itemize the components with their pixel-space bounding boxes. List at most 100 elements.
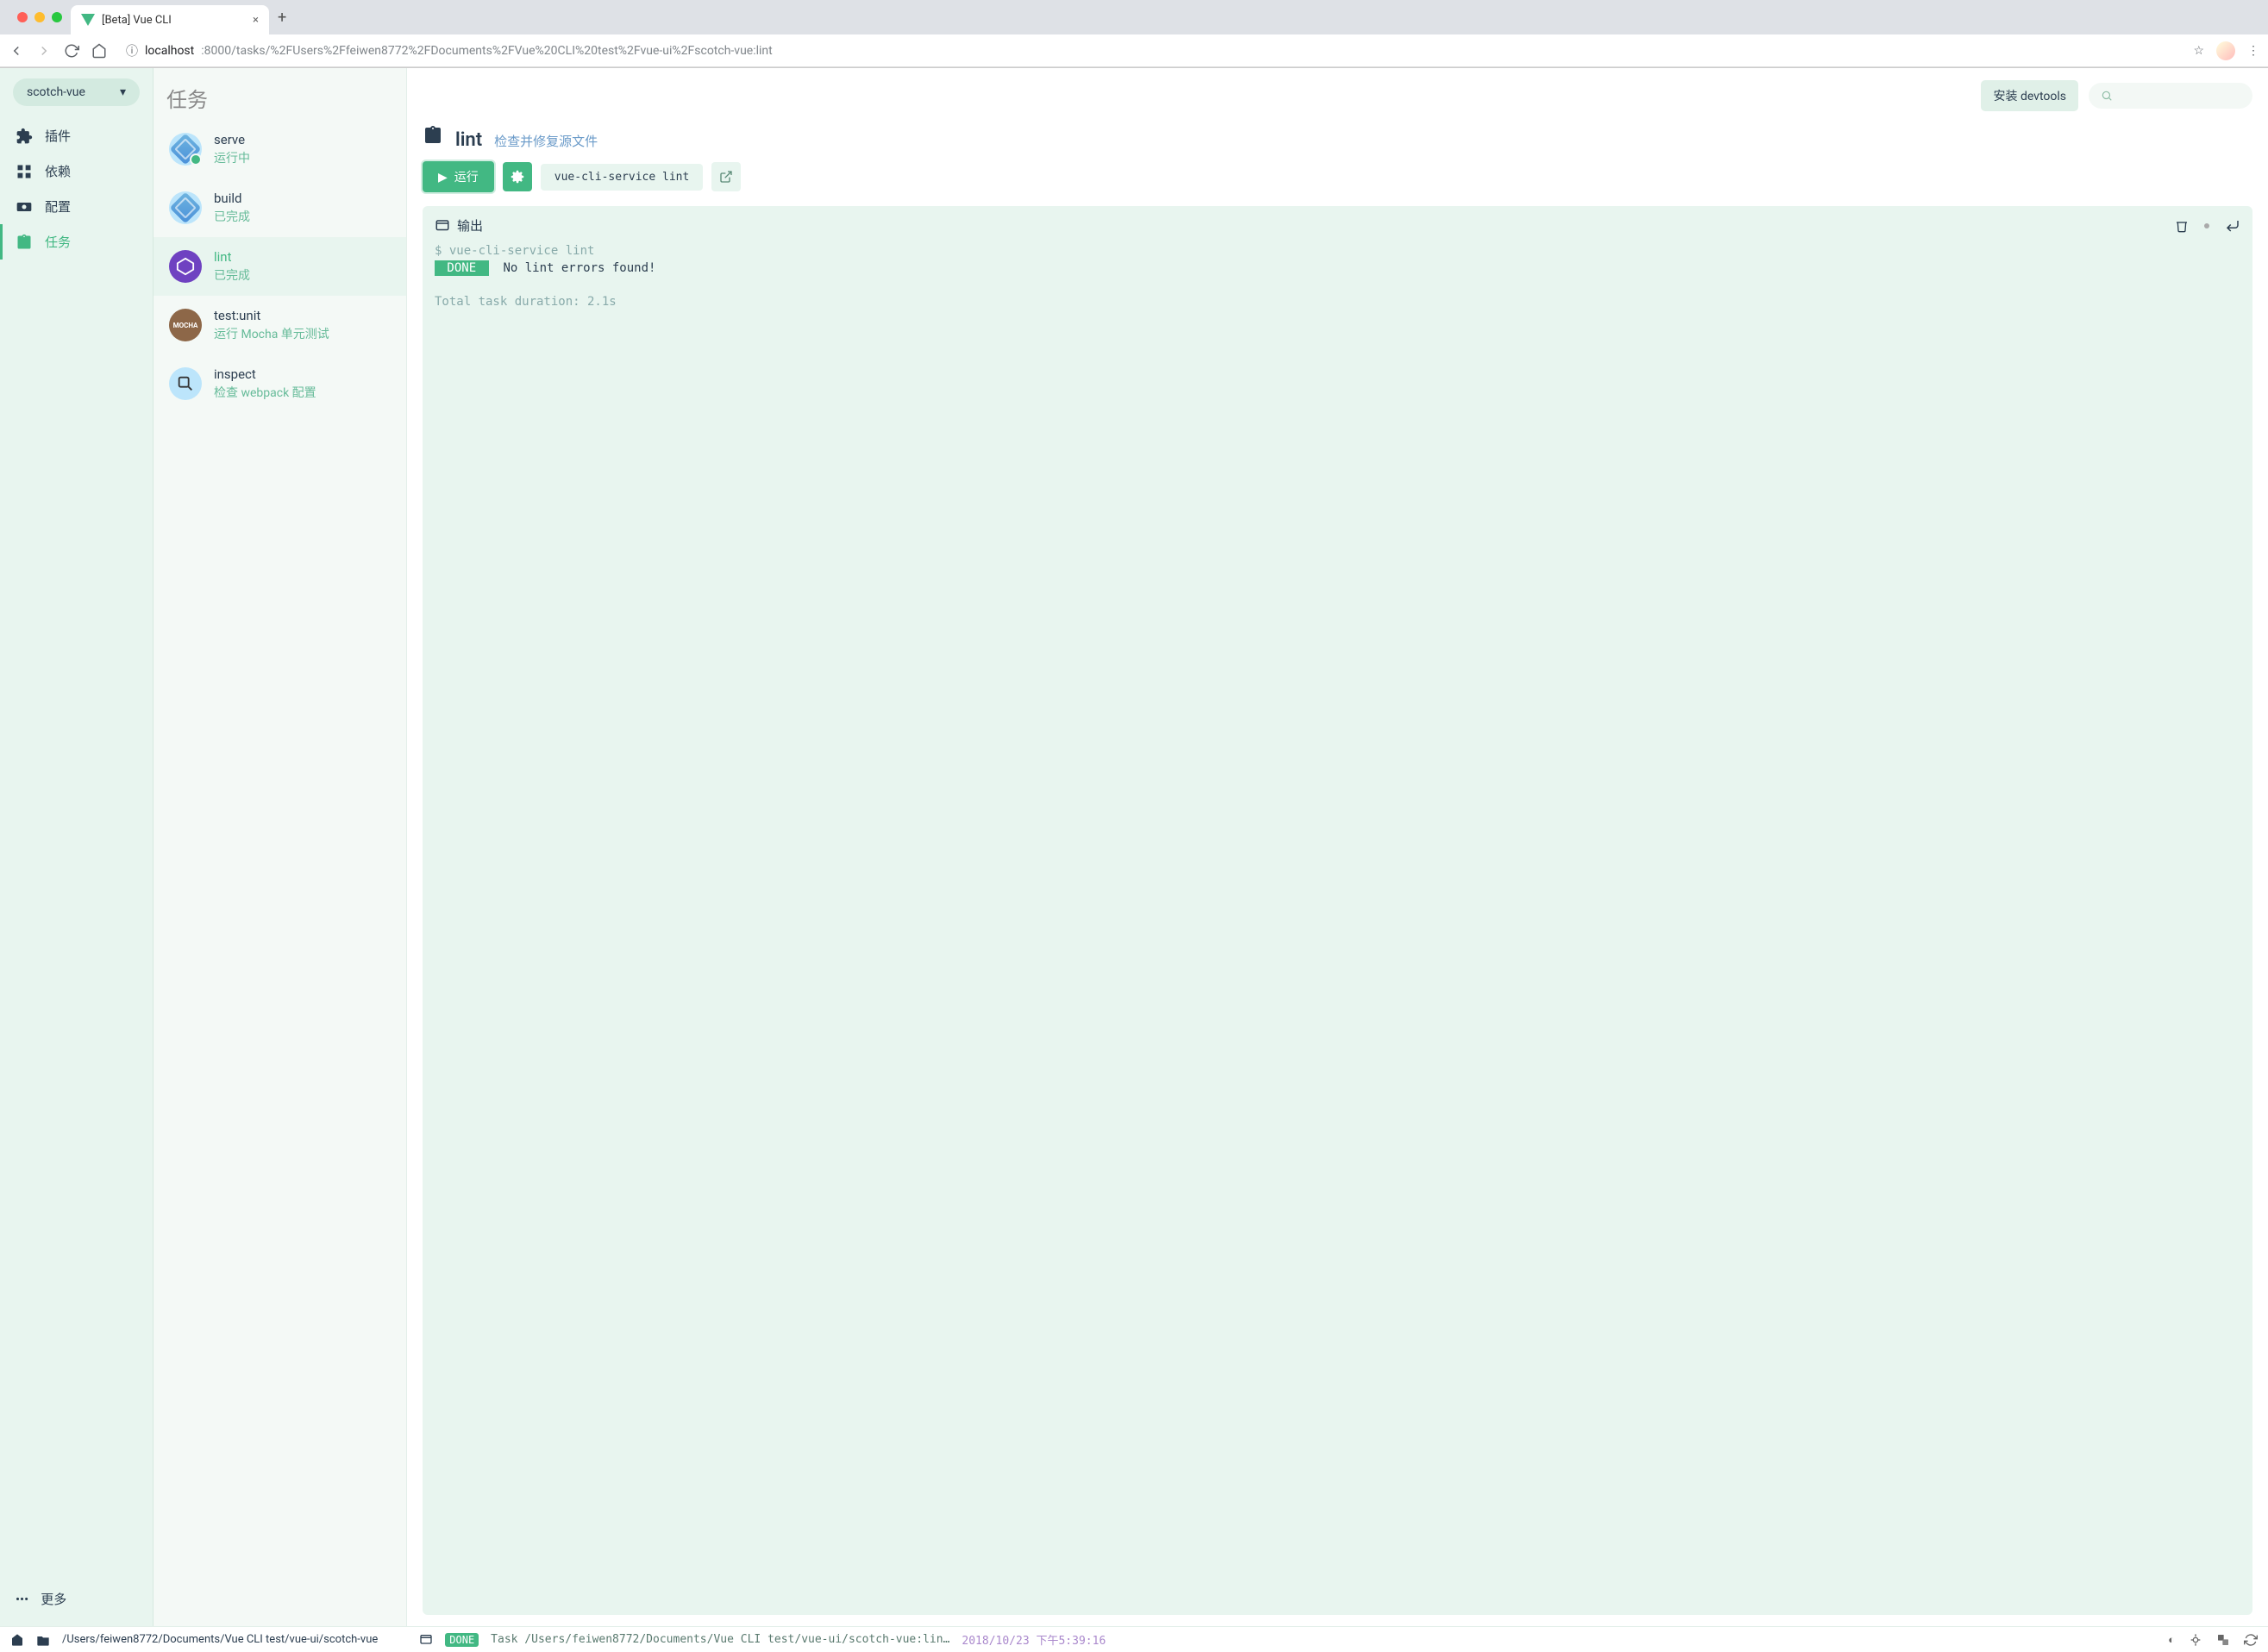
task-header: lint 检查并修复源文件 bbox=[423, 125, 2252, 151]
close-window-icon[interactable] bbox=[17, 12, 28, 22]
reload-icon[interactable] bbox=[64, 43, 79, 59]
sidebar-item-tasks[interactable]: 任务 bbox=[0, 224, 153, 260]
terminal-output[interactable]: $ vue-cli-service lint DONE No lint erro… bbox=[435, 243, 2240, 310]
home-icon[interactable] bbox=[91, 43, 107, 59]
sidebar-item-more[interactable]: ••• 更多 bbox=[0, 1581, 153, 1617]
task-status: 运行 Mocha 单元测试 bbox=[214, 325, 329, 342]
nav-label: 任务 bbox=[45, 233, 71, 251]
play-icon: ▶ bbox=[438, 170, 448, 185]
action-row: ▶ 运行 vue-cli-service lint bbox=[423, 161, 2252, 192]
forward-icon[interactable] bbox=[36, 43, 52, 59]
cube-icon bbox=[169, 191, 202, 224]
task-title: lint bbox=[455, 129, 482, 151]
done-badge: DONE bbox=[435, 260, 489, 276]
status-task-line: Task /Users/feiwen8772/Documents/Vue CLI… bbox=[491, 1633, 949, 1646]
settings-button[interactable] bbox=[503, 162, 532, 191]
terminal-prompt: $ vue-cli-service lint bbox=[435, 244, 594, 258]
project-path: /Users/feiwen8772/Documents/Vue CLI test… bbox=[62, 1633, 378, 1646]
task-name: lint bbox=[214, 249, 250, 265]
bug-icon[interactable] bbox=[2189, 1633, 2202, 1647]
home-icon[interactable] bbox=[10, 1633, 24, 1647]
close-tab-icon[interactable]: × bbox=[253, 14, 259, 27]
run-label: 运行 bbox=[454, 168, 479, 185]
puzzle-icon bbox=[16, 128, 33, 145]
more-icon: ••• bbox=[16, 1592, 28, 1607]
gear-icon bbox=[16, 198, 33, 216]
run-button[interactable]: ▶ 运行 bbox=[423, 161, 494, 192]
browser-tab[interactable]: [Beta] Vue CLI × bbox=[71, 5, 269, 34]
task-name: build bbox=[214, 191, 250, 206]
vue-favicon-icon bbox=[81, 14, 95, 26]
task-status: 已完成 bbox=[214, 266, 250, 284]
task-name: inspect bbox=[214, 366, 316, 382]
status-dot-icon bbox=[2204, 223, 2209, 228]
status-timestamp: 2018/10/23 下午5:39:16 bbox=[962, 1631, 1106, 1648]
task-item-serve[interactable]: serve 运行中 bbox=[153, 120, 406, 178]
output-label: 输出 bbox=[457, 216, 483, 235]
install-devtools-button[interactable]: 安装 devtools bbox=[1981, 80, 2078, 111]
terminal-icon bbox=[435, 218, 450, 234]
task-status: 运行中 bbox=[214, 149, 250, 166]
devtools-label: 安装 devtools bbox=[1993, 90, 2066, 103]
maximize-window-icon[interactable] bbox=[52, 12, 62, 22]
task-status: 已完成 bbox=[214, 208, 250, 225]
log-icon[interactable] bbox=[419, 1633, 433, 1647]
search-cube-icon bbox=[169, 367, 202, 400]
info-icon[interactable]: ⓘ bbox=[126, 42, 138, 59]
terminal-message: No lint errors found! bbox=[503, 261, 655, 275]
scroll-bottom-icon[interactable] bbox=[2225, 218, 2240, 234]
hexagon-icon bbox=[169, 250, 202, 283]
task-description: 检查并修复源文件 bbox=[494, 132, 598, 150]
translate-icon[interactable] bbox=[2216, 1633, 2230, 1647]
browser-chrome: [Beta] Vue CLI × + ⓘ localhost :8000/task… bbox=[0, 0, 2268, 68]
clipboard-icon bbox=[423, 125, 443, 146]
menu-icon[interactable]: ⋮ bbox=[2247, 44, 2259, 58]
app: scotch-vue ▾ 插件 依赖 配置 任务 bbox=[0, 68, 2268, 1627]
output-panel: 输出 $ vue-cli-service lint DONE No lint e… bbox=[423, 206, 2252, 1615]
task-item-inspect[interactable]: inspect 检查 webpack 配置 bbox=[153, 354, 406, 413]
task-name: test:unit bbox=[214, 308, 329, 323]
contrast-icon[interactable]: ◐ bbox=[2168, 1633, 2175, 1647]
terminal-duration: Total task duration: 2.1s bbox=[435, 295, 617, 309]
new-tab-button[interactable]: + bbox=[269, 9, 295, 27]
nav-label: 插件 bbox=[45, 127, 71, 145]
tab-bar: [Beta] Vue CLI × + bbox=[0, 0, 2268, 34]
task-list: 任务 serve 运行中 build 已完成 bbox=[153, 68, 407, 1627]
search-input[interactable] bbox=[2089, 83, 2252, 109]
profile-avatar[interactable] bbox=[2216, 41, 2235, 60]
minimize-window-icon[interactable] bbox=[34, 12, 45, 22]
sidebar-item-dependencies[interactable]: 依赖 bbox=[0, 153, 153, 189]
task-item-test-unit[interactable]: MOCHA test:unit 运行 Mocha 单元测试 bbox=[153, 296, 406, 354]
chevron-down-icon: ▾ bbox=[120, 85, 126, 99]
open-external-button[interactable] bbox=[711, 162, 741, 191]
back-icon[interactable] bbox=[9, 43, 24, 59]
tab-title: [Beta] Vue CLI bbox=[102, 14, 172, 27]
status-bar: /Users/feiwen8772/Documents/Vue CLI test… bbox=[0, 1626, 2268, 1652]
main-content: 安装 devtools lint 检查并修复源文件 ▶ 运行 vue-cli-s… bbox=[407, 68, 2268, 1627]
address-bar[interactable]: ⓘ localhost :8000/tasks/%2FUsers%2Ffeiwen… bbox=[119, 42, 2181, 59]
browser-toolbar: ⓘ localhost :8000/tasks/%2FUsers%2Ffeiwen… bbox=[0, 34, 2268, 67]
task-item-build[interactable]: build 已完成 bbox=[153, 178, 406, 237]
widgets-icon bbox=[16, 163, 33, 180]
clipboard-icon bbox=[16, 234, 33, 251]
refresh-icon[interactable] bbox=[2244, 1633, 2258, 1647]
sidebar: scotch-vue ▾ 插件 依赖 配置 任务 bbox=[0, 68, 153, 1627]
trash-icon[interactable] bbox=[2175, 219, 2189, 233]
nav-label: 更多 bbox=[41, 1590, 66, 1608]
url-path: :8000/tasks/%2FUsers%2Ffeiwen8772%2FDocu… bbox=[201, 44, 772, 58]
project-selector[interactable]: scotch-vue ▾ bbox=[13, 78, 140, 106]
page-title: 任务 bbox=[166, 83, 208, 113]
mocha-icon: MOCHA bbox=[169, 309, 202, 341]
project-name: scotch-vue bbox=[27, 85, 85, 99]
sidebar-item-plugins[interactable]: 插件 bbox=[0, 118, 153, 153]
nav-label: 依赖 bbox=[45, 162, 71, 180]
task-item-lint[interactable]: lint 已完成 bbox=[153, 237, 406, 296]
command-text: vue-cli-service lint bbox=[541, 164, 704, 191]
sidebar-item-config[interactable]: 配置 bbox=[0, 189, 153, 224]
url-host: localhost bbox=[145, 44, 194, 58]
star-icon[interactable]: ☆ bbox=[2193, 44, 2204, 58]
folder-icon[interactable] bbox=[36, 1633, 50, 1647]
task-status: 检查 webpack 配置 bbox=[214, 384, 316, 401]
task-name: serve bbox=[214, 132, 250, 147]
cube-icon bbox=[169, 133, 202, 166]
